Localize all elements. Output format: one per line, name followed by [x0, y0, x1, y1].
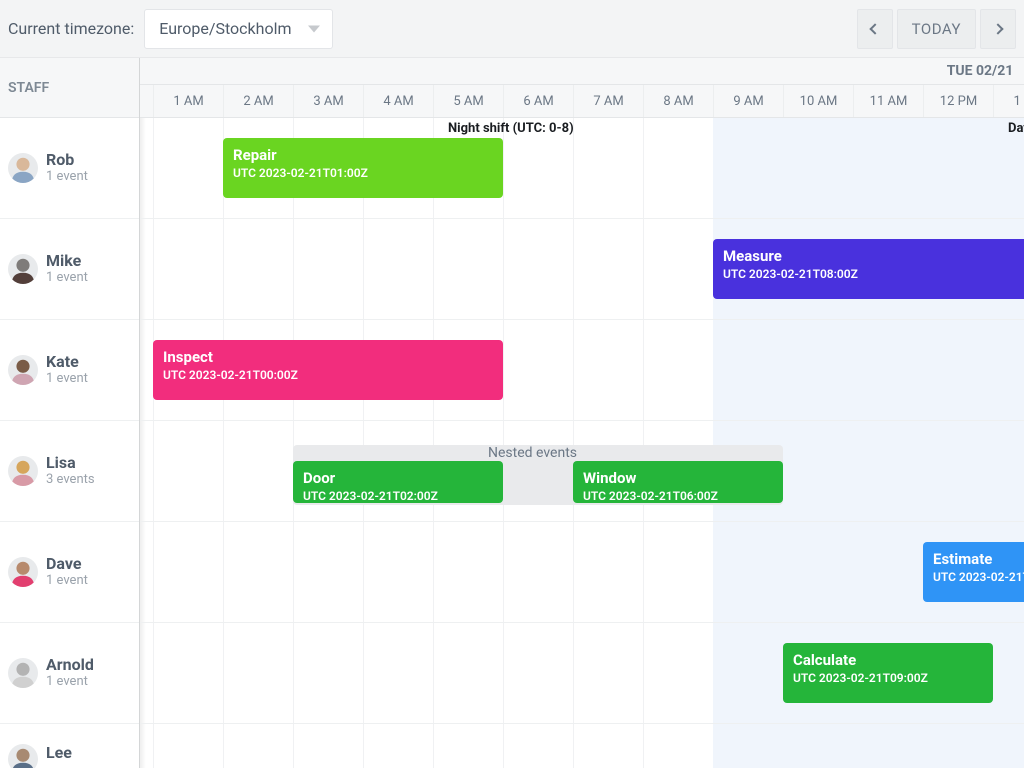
event-title: Door [303, 469, 493, 487]
hour-cell: 9 AM [713, 85, 783, 117]
staff-row[interactable]: Mike1 event [0, 219, 139, 320]
event[interactable]: Door UTC 2023-02-21T02:00Z [293, 461, 503, 503]
timezone-select-value: Europe/Stockholm [159, 19, 291, 38]
event-title: Measure [723, 247, 1024, 265]
timeline[interactable]: TUE 02/21 1 AM2 AM3 AM4 AM5 AM6 AM7 AM8 … [140, 58, 1024, 768]
event-title: Inspect [163, 348, 493, 366]
event[interactable]: Window UTC 2023-02-21T06:00Z [573, 461, 783, 503]
hour-cell: 6 AM [503, 85, 573, 117]
sidebar-header: STAFF [0, 58, 139, 118]
hour-cell: 5 AM [433, 85, 503, 117]
event-title: Estimate [933, 550, 1024, 568]
hour-cell: 4 AM [363, 85, 433, 117]
hour-cell: 1 AM [153, 85, 223, 117]
hour-cell: 1 PM [993, 85, 1024, 117]
event[interactable]: Estimate UTC 2023-02-21T11:00Z [923, 542, 1024, 602]
staff-name: Arnold [46, 656, 94, 674]
next-button[interactable] [980, 9, 1016, 49]
nested-event-label: Nested events [488, 445, 577, 461]
staff-sub: 1 event [46, 675, 94, 690]
event-subtitle: UTC 2023-02-21T00:00Z [163, 368, 493, 382]
lanes: Night shift (UTC: 0-8)Day shift (UTC: 8-… [140, 118, 1024, 768]
staff-sub: 1 event [46, 170, 88, 185]
prev-button[interactable] [857, 9, 893, 49]
event[interactable]: Repair UTC 2023-02-21T01:00Z [223, 138, 503, 198]
topbar: Current timezone: Europe/Stockholm TODAY [0, 0, 1024, 58]
event[interactable]: Measure UTC 2023-02-21T08:00Z [713, 239, 1024, 299]
chevron-right-icon [992, 23, 1003, 34]
staff-row[interactable]: Kate1 event [0, 320, 139, 421]
hour-cell: 7 AM [573, 85, 643, 117]
avatar [8, 153, 38, 183]
staff-row[interactable]: Lisa3 events [0, 421, 139, 522]
event-subtitle: UTC 2023-02-21T02:00Z [303, 489, 493, 503]
staff-name: Rob [46, 151, 88, 169]
staff-name: Lee [46, 744, 72, 762]
staff-sub: 3 events [46, 473, 95, 488]
avatar [8, 254, 38, 284]
event-title: Window [583, 469, 773, 487]
staff-row[interactable]: Rob1 event [0, 118, 139, 219]
avatar [8, 456, 38, 486]
staff-name: Mike [46, 252, 88, 270]
event[interactable]: Calculate UTC 2023-02-21T09:00Z [783, 643, 993, 703]
avatar [8, 557, 38, 587]
lane[interactable] [140, 724, 1024, 768]
hours-row: 1 AM2 AM3 AM4 AM5 AM6 AM7 AM8 AM9 AM10 A… [140, 85, 1024, 118]
hour-cell: 2 AM [223, 85, 293, 117]
staff-sub: 1 event [46, 271, 88, 286]
event[interactable]: Inspect UTC 2023-02-21T00:00Z [153, 340, 503, 400]
hour-cell: 11 AM [853, 85, 923, 117]
hour-cell: 8 AM [643, 85, 713, 117]
event-title: Repair [233, 146, 493, 164]
event-subtitle: UTC 2023-02-21T08:00Z [723, 267, 1024, 281]
hour-cell: 3 AM [293, 85, 363, 117]
staff-row[interactable]: Arnold1 event [0, 623, 139, 724]
staff-sub: 1 event [46, 372, 88, 387]
event-subtitle: UTC 2023-02-21T06:00Z [583, 489, 773, 503]
timezone-select[interactable]: Europe/Stockholm [144, 9, 332, 49]
chevron-left-icon [869, 23, 880, 34]
timezone-label: Current timezone: [8, 19, 134, 38]
event-subtitle: UTC 2023-02-21T09:00Z [793, 671, 983, 685]
avatar [8, 355, 38, 385]
day-shift-label: Day shift (UTC: 8-16) [1008, 121, 1024, 136]
event-title: Calculate [793, 651, 983, 669]
today-button[interactable]: TODAY [897, 9, 976, 49]
staff-row[interactable]: Dave1 event [0, 522, 139, 623]
event-subtitle: UTC 2023-02-21T11:00Z [933, 570, 1024, 584]
avatar [8, 658, 38, 688]
lane[interactable] [140, 522, 1024, 623]
hour-cell: 12 PM [923, 85, 993, 117]
avatar [8, 744, 38, 768]
event-subtitle: UTC 2023-02-21T01:00Z [233, 166, 493, 180]
caret-down-icon [308, 25, 320, 32]
hour-cell: 10 AM [783, 85, 853, 117]
staff-sub: 1 event [46, 574, 88, 589]
date-header: TUE 02/21 [140, 58, 1024, 85]
staff-row[interactable]: Lee [0, 724, 139, 768]
staff-sidebar: STAFF Rob1 eventMike1 eventKate1 eventLi… [0, 58, 140, 768]
date-nav-group: TODAY [857, 9, 1016, 49]
staff-name: Kate [46, 353, 88, 371]
staff-name: Lisa [46, 454, 95, 472]
staff-name: Dave [46, 555, 88, 573]
